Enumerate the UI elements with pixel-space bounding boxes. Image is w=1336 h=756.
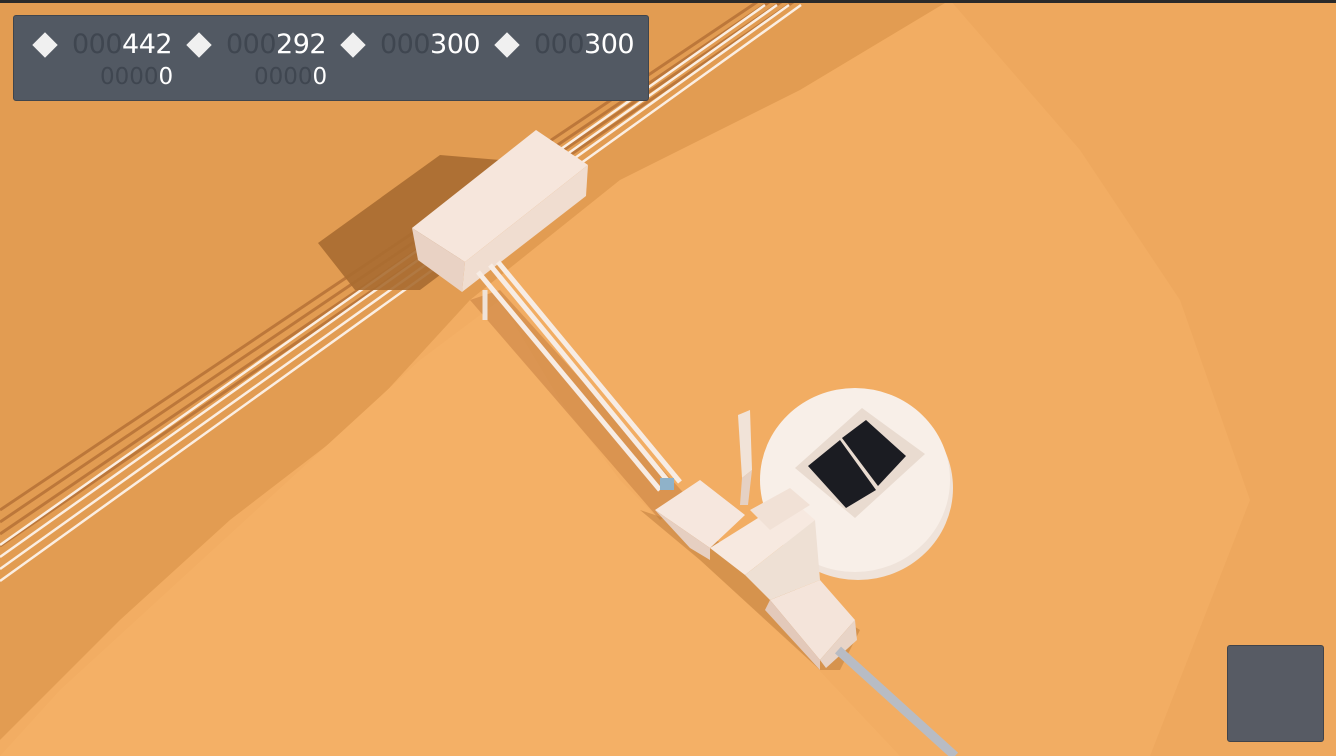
diamond-icon bbox=[340, 32, 366, 58]
resource-value: 000292 bbox=[226, 29, 327, 60]
resource-value: 000300 bbox=[380, 29, 481, 60]
resource-value: 000442 bbox=[72, 29, 173, 60]
terrain-scene[interactable] bbox=[0, 0, 1336, 756]
top-frame bbox=[0, 0, 1336, 3]
resource-sub-value: 00000 bbox=[254, 64, 328, 90]
diamond-icon bbox=[186, 32, 212, 58]
action-button[interactable] bbox=[1227, 645, 1324, 742]
game-viewport[interactable]: 000442 00000 000292 00000 000300 000300 bbox=[0, 0, 1336, 756]
resource-value: 000300 bbox=[534, 29, 635, 60]
diamond-icon bbox=[494, 32, 520, 58]
diamond-icon bbox=[32, 32, 58, 58]
resource-sub-value: 00000 bbox=[100, 64, 174, 90]
resource-hud: 000442 00000 000292 00000 000300 000300 bbox=[13, 15, 649, 101]
pipe-connector bbox=[660, 478, 674, 490]
